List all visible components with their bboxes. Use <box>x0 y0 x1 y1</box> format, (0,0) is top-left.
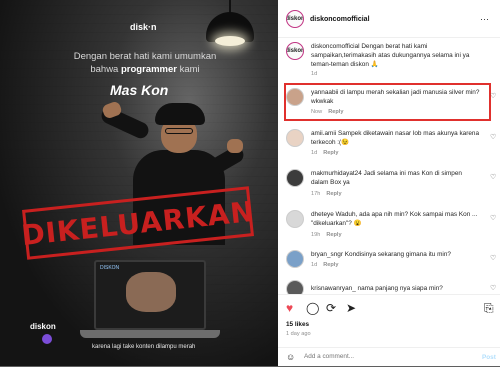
comment-avatar[interactable] <box>286 280 304 294</box>
post-header: diskon diskoncomofficial ··· <box>278 0 500 38</box>
comment-text: amii.amii Sampek diketawain nasar lob ma… <box>311 130 480 146</box>
headline-line-2: bahwa programmer kami <box>90 64 200 75</box>
like-comment-heart-icon[interactable]: ♡ <box>490 214 496 222</box>
comment-meta: Now Reply <box>311 109 344 115</box>
like-comment-heart-icon[interactable]: ♡ <box>490 173 496 181</box>
comment-avatar[interactable] <box>286 129 304 147</box>
add-comment-input[interactable] <box>304 353 454 360</box>
like-comment-heart-icon[interactable]: ♡ <box>490 92 496 100</box>
author-username[interactable]: diskoncomofficial <box>310 16 370 23</box>
comment-text: yannaabii di lampu merah sekalian jadi m… <box>311 89 480 105</box>
right-hand <box>227 139 243 153</box>
comment-meta: 1d Reply <box>311 150 339 156</box>
laptop-screen-tag: DISKON <box>100 265 120 271</box>
caption-avatar[interactable]: diskon <box>286 42 304 60</box>
comments-list: diskon diskoncomofficial Dengan berat ha… <box>278 38 500 294</box>
diskon-logo-top: disk·n <box>130 22 157 32</box>
caption-text: diskoncomofficial Dengan berat hati kami… <box>311 43 470 68</box>
add-comment-row: ☺ Post <box>278 347 500 367</box>
bookmark-icon[interactable]: ⎘ <box>484 301 494 316</box>
author-avatar[interactable]: diskon <box>286 10 304 28</box>
post-comment-button[interactable]: Post <box>482 354 496 361</box>
comment-meta: 19h Reply <box>311 232 342 238</box>
image-caption: karena lagi take konten dilampu merah <box>92 344 196 350</box>
image-headline: Dengan berat hati kami umumkan bahwa pro… <box>60 50 230 76</box>
post-age: 1 day ago <box>286 331 311 337</box>
share-arrows-icon[interactable]: ⟳ <box>326 301 336 315</box>
more-options-icon[interactable]: ··· <box>480 14 489 24</box>
post-actions: ♥ ◯ ⟳ ➤ ⎘ 15 likes 1 day ago ☺ Post <box>278 294 500 366</box>
likes-count[interactable]: 15 likes <box>286 321 309 328</box>
diskon-logo-dot-icon <box>42 334 52 344</box>
comment-text: bryan_sngr Kondisinya sekarang gimana it… <box>311 251 451 258</box>
headline-bold-word: programmer <box>120 64 177 75</box>
reply-button[interactable]: Reply <box>323 262 338 268</box>
reply-button[interactable]: Reply <box>328 109 343 115</box>
laptop-base <box>80 330 220 338</box>
comments-panel: diskon diskoncomofficial ··· diskon disk… <box>278 0 500 366</box>
comment-avatar[interactable] <box>286 210 304 228</box>
laptop-screen: DISKON <box>94 260 206 330</box>
comment-meta: 1d Reply <box>311 262 339 268</box>
comment-avatar[interactable] <box>286 169 304 187</box>
diskon-logo-bottom: diskon <box>30 322 56 331</box>
person-hat <box>155 103 205 125</box>
like-comment-heart-icon[interactable]: ♡ <box>490 284 496 292</box>
comment-text: makmurhidayat24 Jadi selama ini mas Kon … <box>311 170 462 186</box>
emoji-icon[interactable]: ☺ <box>286 352 295 362</box>
send-icon[interactable]: ➤ <box>346 301 356 315</box>
person-glasses <box>165 128 193 134</box>
reply-button[interactable]: Reply <box>323 150 338 156</box>
like-heart-icon[interactable]: ♥ <box>286 301 293 315</box>
comment-avatar[interactable] <box>286 250 304 268</box>
comment-text: dheteye Waduh, ada apa nih min? Kok samp… <box>311 211 478 227</box>
laptop-screen-face <box>126 272 176 312</box>
headline-line-1: Dengan berat hati kami umumkan <box>73 51 217 62</box>
reply-button[interactable]: Reply <box>326 232 341 238</box>
like-comment-heart-icon[interactable]: ♡ <box>490 254 496 262</box>
like-comment-heart-icon[interactable]: ♡ <box>490 133 496 141</box>
reply-button[interactable]: Reply <box>326 191 341 197</box>
comment-meta: 17h Reply <box>311 191 342 197</box>
lamp-bulb <box>215 36 245 46</box>
comment-avatar[interactable] <box>286 88 304 106</box>
comment-text: krisnawanryan_ nama panjang nya siapa mi… <box>311 285 443 292</box>
post-image[interactable]: disk·n Dengan berat hati kami umumkan ba… <box>0 0 278 366</box>
post-viewer: disk·n Dengan berat hati kami umumkan ba… <box>0 0 500 366</box>
caption-time: 1d <box>311 71 318 77</box>
comment-bubble-icon[interactable]: ◯ <box>306 301 319 315</box>
